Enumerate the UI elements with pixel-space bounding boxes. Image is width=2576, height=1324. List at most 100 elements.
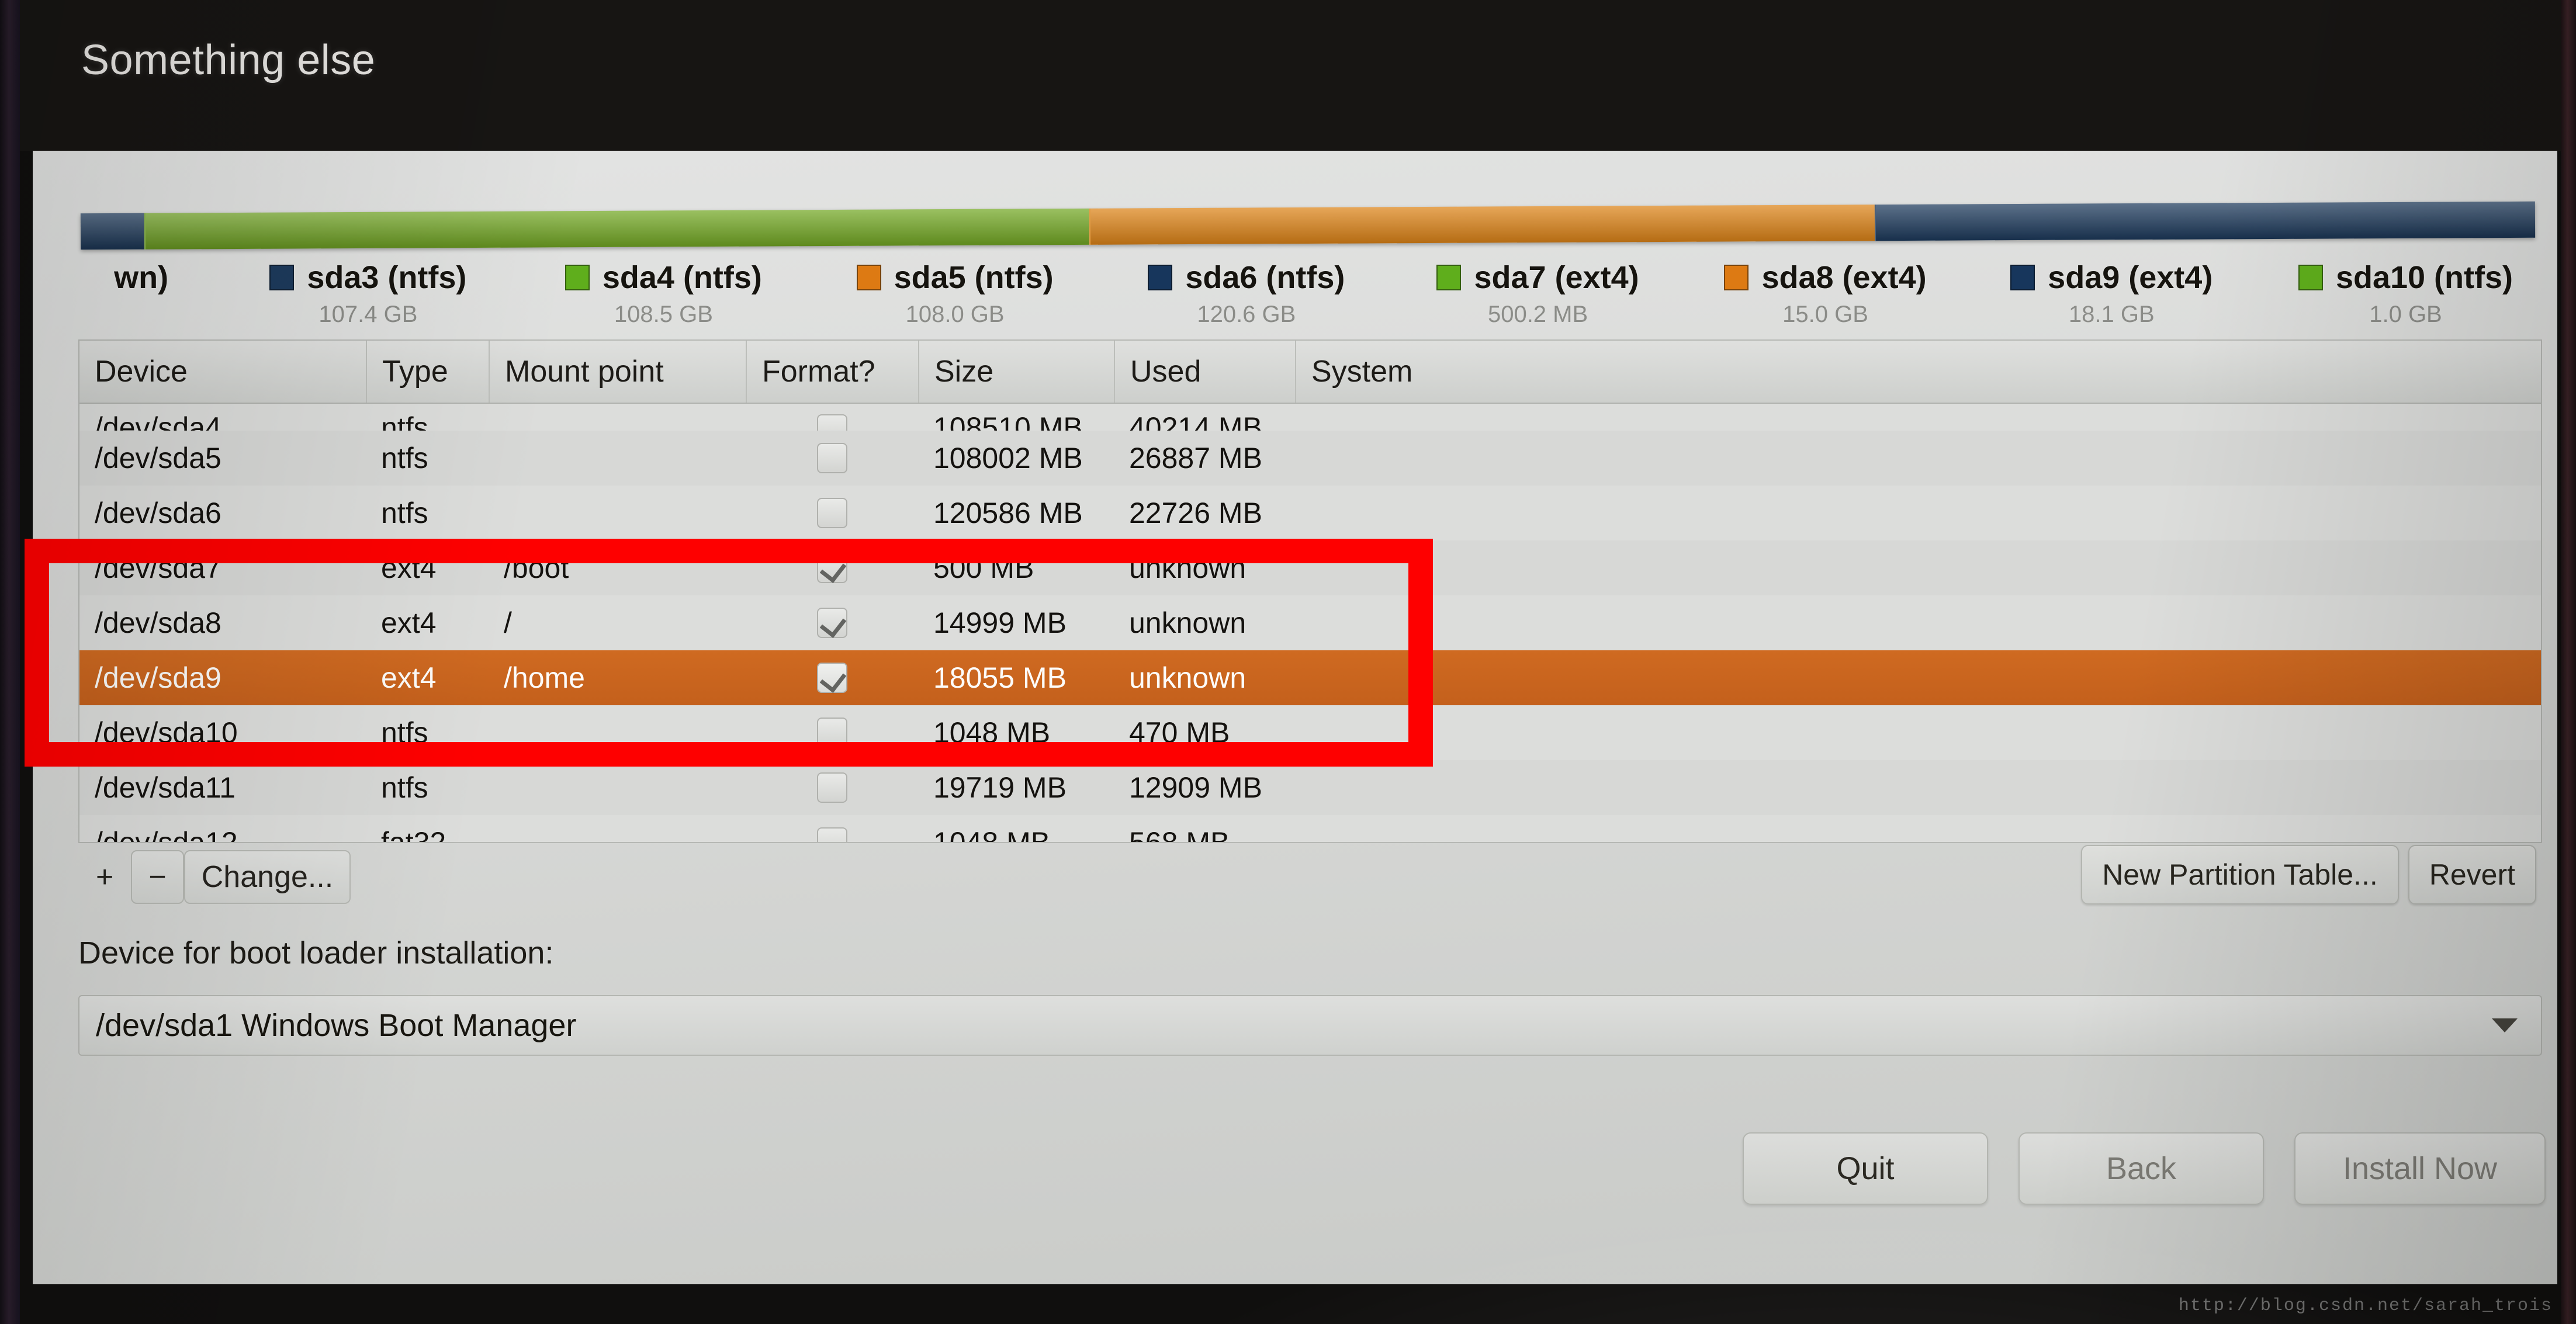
cell-device: /dev/sda10: [95, 716, 238, 749]
install-now-button[interactable]: Install Now: [2294, 1132, 2546, 1205]
cell-size: 18055 MB: [933, 661, 1067, 694]
screen-bezel-right: [2561, 0, 2576, 1324]
cell-size: 500 MB: [933, 552, 1034, 584]
legend-color-swatch: [1724, 265, 1749, 290]
table-row[interactable]: /dev/sda5 ntfs 108002 MB 26887 MB: [79, 431, 2541, 486]
legend-item-size: 108.5 GB: [614, 301, 713, 327]
table-row[interactable]: /dev/sda4 ntfs 108510 MB 40214 MB: [79, 404, 2541, 431]
photographed-screen: Something else wn) sda3 (ntfs) 107.4 GB sda…: [0, 0, 2576, 1324]
column-header-used[interactable]: Used: [1114, 341, 1295, 403]
table-row[interactable]: /dev/sda7 ext4/boot 500 MB unknown: [79, 540, 2541, 595]
legend-item-size: 120.6 GB: [1197, 301, 1296, 327]
bootloader-label: Device for boot loader installation:: [78, 935, 554, 971]
cell-format: [746, 772, 918, 803]
column-header-device[interactable]: Device: [79, 341, 366, 403]
cell-used: unknown: [1129, 661, 1247, 694]
legend-color-swatch: [269, 265, 295, 290]
column-header-type[interactable]: Type: [366, 341, 489, 403]
legend-item-size: 107.4 GB: [318, 301, 418, 327]
cell-format: [746, 498, 918, 528]
legend-color-swatch: [1436, 265, 1462, 290]
table-row[interactable]: /dev/sda9 ext4/home 18055 MB unknown: [79, 650, 2541, 705]
cell-type: ext4: [381, 661, 437, 694]
legend-item-size: 500.2 MB: [1487, 301, 1588, 327]
table-row[interactable]: /dev/sda6 ntfs 120586 MB 22726 MB: [79, 486, 2541, 540]
legend-item-label: sda4 (ntfs): [602, 260, 762, 295]
cell-size: 14999 MB: [933, 606, 1067, 639]
column-header-format[interactable]: Format?: [746, 341, 918, 403]
cell-device: /dev/sda4: [95, 411, 221, 431]
add-partition-button[interactable]: +: [78, 850, 131, 904]
cell-mount-point: /boot: [504, 552, 569, 584]
cell-format: [746, 608, 918, 638]
legend-color-swatch: [1148, 265, 1173, 290]
quit-button[interactable]: Quit: [1743, 1132, 1988, 1205]
format-checkbox[interactable]: [816, 827, 847, 842]
partition-usage-bar: [80, 201, 2536, 250]
format-checkbox[interactable]: [816, 718, 847, 748]
legend-item-sda8: sda8 (ext4) 15.0 GB: [1682, 259, 1969, 328]
legend-item-sda6: sda6 (ntfs) 120.6 GB: [1099, 259, 1394, 328]
table-row[interactable]: /dev/sda11 ntfs 19719 MB 12909 MB: [79, 760, 2541, 815]
cell-type: ntfs: [381, 716, 428, 749]
cell-device: /dev/sda8: [95, 606, 221, 639]
chevron-down-icon: [2492, 1018, 2518, 1032]
column-header-size[interactable]: Size: [918, 341, 1114, 403]
cell-format: [746, 663, 918, 693]
partition-editor-panel: wn) sda3 (ntfs) 107.4 GB sda4 (ntfs) 108.5 G…: [33, 151, 2557, 1284]
partition-legend: wn) sda3 (ntfs) 107.4 GB sda4 (ntfs) 108.5 G…: [62, 259, 2557, 328]
cell-device: /dev/sda5: [95, 442, 221, 474]
table-row[interactable]: /dev/sda12 fat32 1048 MB 568 MB: [79, 815, 2541, 842]
legend-item-label: sda5 (ntfs): [894, 260, 1054, 295]
legend-item-label: sda9 (ext4): [2048, 260, 2213, 295]
legend-item-size: 15.0 GB: [1782, 301, 1868, 327]
legend-item-sda9: sda9 (ext4) 18.1 GB: [1969, 259, 2254, 328]
screen-bezel-left: [0, 0, 20, 1324]
change-partition-button[interactable]: Change...: [183, 850, 351, 904]
cell-size: 120586 MB: [933, 497, 1083, 529]
installer-header: Something else: [20, 0, 2561, 151]
legend-item-label: sda8 (ext4): [1761, 260, 1927, 295]
bootloader-device-select[interactable]: /dev/sda1 Windows Boot Manager: [78, 995, 2542, 1056]
page-title: Something else: [81, 37, 376, 84]
legend-item-size: 18.1 GB: [2068, 301, 2155, 327]
cell-used: 22726 MB: [1129, 497, 1262, 529]
cell-device: /dev/sda7: [95, 552, 221, 584]
format-checkbox[interactable]: [816, 663, 847, 693]
format-checkbox[interactable]: [816, 553, 847, 583]
table-row[interactable]: /dev/sda10 ntfs 1048 MB 470 MB: [79, 705, 2541, 760]
watermark-text: http://blog.csdn.net/sarah_trois: [2178, 1296, 2553, 1316]
format-checkbox[interactable]: [816, 498, 847, 528]
format-checkbox[interactable]: [816, 443, 847, 473]
partition-bar-segment-sda5: [1089, 205, 1875, 245]
format-checkbox[interactable]: [816, 772, 847, 803]
cell-format: [746, 718, 918, 748]
partition-toolbar-right: New Partition Table... Revert: [2081, 845, 2536, 904]
cell-size: 108002 MB: [933, 442, 1083, 474]
column-header-system[interactable]: System: [1295, 341, 2541, 403]
cell-used: 40214 MB: [1129, 411, 1262, 431]
cell-type: ntfs: [381, 411, 428, 431]
cell-device: /dev/sda9: [95, 661, 221, 694]
partition-bar-segment-sda6: [1875, 201, 2536, 241]
remove-partition-button[interactable]: −: [131, 850, 184, 904]
cell-type: ntfs: [381, 771, 428, 804]
format-checkbox[interactable]: [816, 608, 847, 638]
legend-item-sda5: sda5 (ntfs) 108.0 GB: [811, 259, 1099, 328]
wizard-actions: Quit Back Install Now: [1743, 1132, 2546, 1205]
revert-button[interactable]: Revert: [2408, 845, 2536, 904]
cell-size: 19719 MB: [933, 771, 1067, 804]
legend-color-swatch: [2298, 265, 2323, 290]
cell-device: /dev/sda11: [95, 771, 236, 804]
back-button[interactable]: Back: [2018, 1132, 2264, 1205]
new-partition-table-button[interactable]: New Partition Table...: [2081, 845, 2399, 904]
table-row[interactable]: /dev/sda8 ext4 / 14999 MB unknown: [79, 595, 2541, 650]
cell-format: [746, 827, 918, 842]
legend-color-swatch: [856, 265, 881, 290]
legend-item-label: sda7 (ext4): [1474, 260, 1639, 295]
partition-toolbar-left: + − Change...: [78, 850, 351, 904]
cell-device: /dev/sda6: [95, 497, 221, 529]
column-header-mount-point[interactable]: Mount point: [489, 341, 746, 403]
format-checkbox[interactable]: [816, 414, 847, 431]
legend-item-size: 108.0 GB: [905, 301, 1005, 327]
